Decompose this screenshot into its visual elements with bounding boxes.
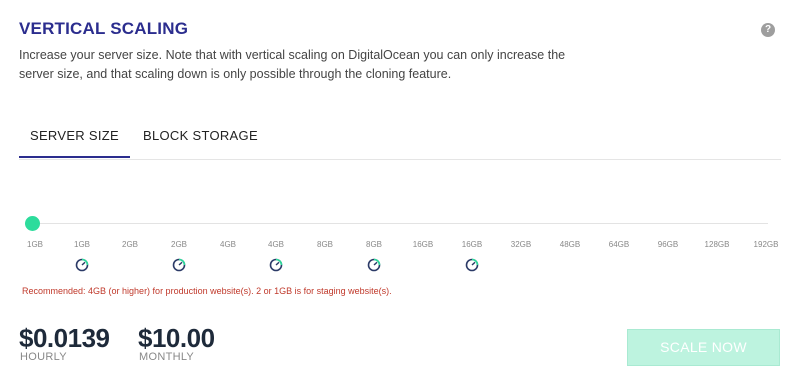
tick-label[interactable]: 48GB bbox=[560, 240, 580, 249]
tick-label[interactable]: 16GB bbox=[462, 240, 482, 249]
tick-label[interactable]: 16GB bbox=[413, 240, 433, 249]
monthly-label: MONTHLY bbox=[139, 351, 195, 363]
tick-label[interactable]: 1GB bbox=[74, 240, 90, 249]
gauge-icon bbox=[367, 258, 381, 272]
tick-label[interactable]: 2GB bbox=[171, 240, 187, 249]
tick-label[interactable]: 192GB bbox=[754, 240, 779, 249]
hourly-price: $0.0139 bbox=[19, 323, 110, 353]
tab-server-size[interactable]: SERVER SIZE bbox=[19, 126, 130, 158]
tick-label[interactable]: 32GB bbox=[511, 240, 531, 249]
gauge-icon bbox=[172, 258, 186, 272]
tab-block-storage[interactable]: BLOCK STORAGE bbox=[143, 126, 258, 158]
tick-label[interactable]: 2GB bbox=[122, 240, 138, 249]
tab-bar: SERVER SIZE BLOCK STORAGE bbox=[19, 126, 781, 160]
section-description: Increase your server size. Note that wit… bbox=[19, 48, 566, 81]
monthly-price: $10.00 bbox=[138, 323, 215, 353]
gauge-icon bbox=[465, 258, 479, 272]
gauge-icon bbox=[269, 258, 283, 272]
gauge-icon bbox=[75, 258, 89, 272]
tick-label[interactable]: 96GB bbox=[658, 240, 678, 249]
tick-label[interactable]: 4GB bbox=[268, 240, 284, 249]
scale-now-button[interactable]: SCALE NOW bbox=[627, 329, 780, 366]
tick-label[interactable]: 8GB bbox=[317, 240, 333, 249]
help-icon[interactable]: ? bbox=[761, 23, 775, 37]
tick-label[interactable]: 1GB bbox=[27, 240, 43, 249]
section-title: VERTICAL SCALING bbox=[19, 19, 189, 38]
tick-label[interactable]: 64GB bbox=[609, 240, 629, 249]
slider-track[interactable] bbox=[32, 223, 768, 224]
hourly-label: HOURLY bbox=[20, 351, 67, 363]
recommendation-note: Recommended: 4GB (or higher) for product… bbox=[22, 286, 392, 296]
slider-handle[interactable] bbox=[25, 216, 40, 231]
tick-label[interactable]: 8GB bbox=[366, 240, 382, 249]
tick-label[interactable]: 4GB bbox=[220, 240, 236, 249]
tick-label[interactable]: 128GB bbox=[705, 240, 730, 249]
